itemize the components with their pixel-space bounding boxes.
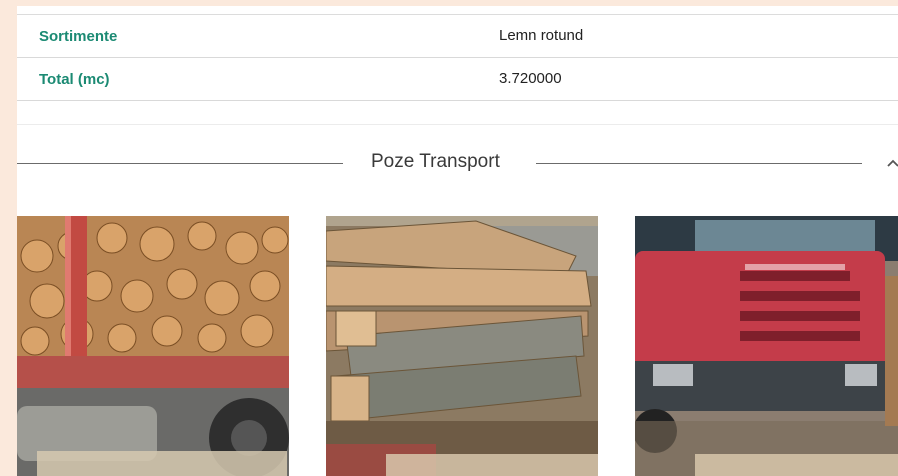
section-separator bbox=[17, 124, 898, 125]
table-row: Total (mc) 3.720000 bbox=[17, 58, 898, 101]
transport-photo-3[interactable] bbox=[635, 216, 898, 476]
section-divider-right bbox=[536, 163, 862, 164]
table-row: Sortimente Lemn rotund bbox=[17, 15, 898, 58]
transport-photo-2[interactable] bbox=[326, 216, 598, 476]
details-card: Sortimente Lemn rotund Total (mc) 3.7200… bbox=[17, 6, 898, 476]
chevron-up-icon[interactable] bbox=[883, 153, 898, 173]
section-divider-left bbox=[17, 163, 343, 164]
row-value-sortimente: Lemn rotund bbox=[499, 27, 584, 44]
row-label-sortimente: Sortimente bbox=[39, 28, 118, 45]
row-label-total: Total (mc) bbox=[39, 71, 110, 88]
transport-photo-1[interactable] bbox=[17, 216, 289, 476]
section-title: Poze Transport bbox=[371, 151, 500, 172]
row-value-total: 3.720000 bbox=[499, 70, 562, 87]
